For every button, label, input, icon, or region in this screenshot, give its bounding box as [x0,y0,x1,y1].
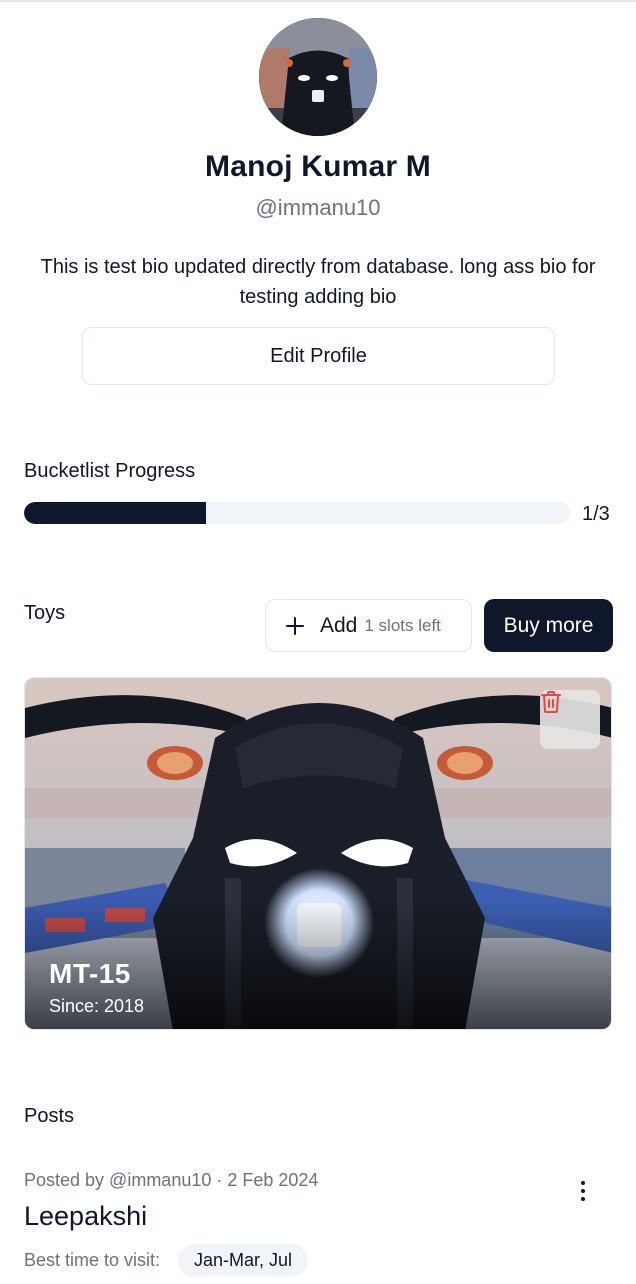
bucketlist-progress-fill [24,502,206,524]
profile-bio: This is test bio updated directly from d… [40,256,596,308]
posts-title: Posts [24,1105,75,1127]
best-time-chip: Jan-Mar, Jul [178,1244,309,1277]
add-toy-button[interactable]: Add 1 slots left [265,599,472,652]
bucketlist-progress-bar [24,502,570,524]
add-toy-label: Add [320,613,358,637]
top-divider [0,0,636,2]
bucketlist-progress-count: 1/3 [582,503,610,525]
toy-name: MT-15 [49,958,131,989]
slots-left-label: 1 slots left [364,615,441,635]
buy-more-button[interactable]: Buy more [484,599,613,652]
toy-since: Since: 2018 [49,996,145,1016]
toy-card[interactable]: MT-15 Since: 2018 [24,677,612,1030]
post-meta: Posted by @immanu10 · 2 Feb 2024 [24,1170,319,1190]
bucketlist-title: Bucketlist Progress [24,460,196,482]
more-vertical-icon[interactable] [570,1178,596,1204]
post-title[interactable]: Leepakshi [24,1201,147,1232]
toys-title: Toys [24,602,66,624]
trash-icon [541,691,561,713]
delete-toy-button[interactable] [540,690,600,749]
profile-name: Manoj Kumar M [205,150,431,183]
edit-profile-button[interactable]: Edit Profile [82,327,555,385]
profile-handle: @immanu10 [255,195,381,220]
best-time-label: Best time to visit: [24,1250,161,1270]
avatar [259,18,377,136]
plus-icon [286,616,304,635]
